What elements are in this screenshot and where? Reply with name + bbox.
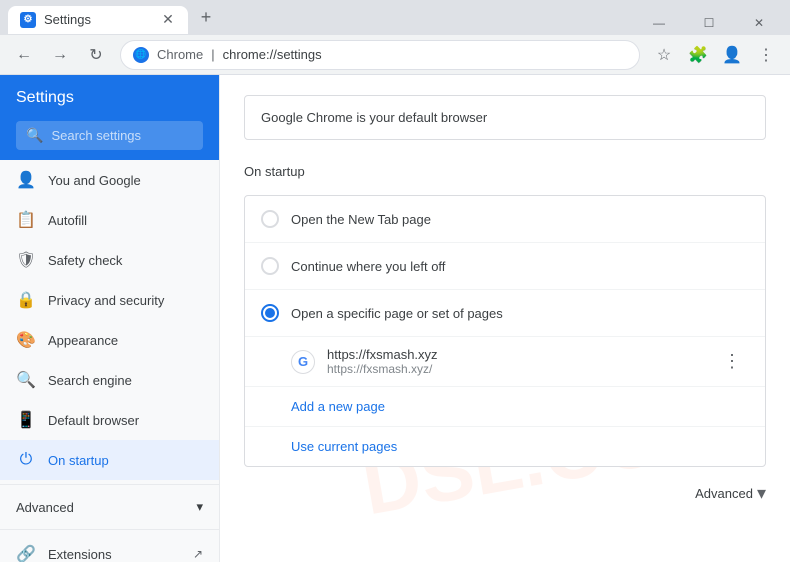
sidebar-item-autofill[interactable]: 📋 Autofill bbox=[0, 200, 219, 240]
sidebar-divider bbox=[0, 484, 219, 485]
sidebar: Settings 🔍 👤 You and Google 📋 Autofill 🛡… bbox=[0, 75, 220, 562]
new-tab-button[interactable]: + bbox=[192, 4, 220, 32]
radio-circle-new-tab bbox=[261, 210, 279, 228]
content-advanced-label: Advanced bbox=[695, 486, 753, 501]
add-page-label: Add a new page bbox=[291, 399, 385, 414]
titlebar: ⚙ Settings ✕ + — ☐ ✕ bbox=[0, 0, 790, 35]
use-current-label: Use current pages bbox=[291, 439, 397, 454]
add-new-page-button[interactable]: Add a new page bbox=[245, 387, 765, 427]
address-text: chrome://settings bbox=[223, 47, 322, 62]
back-button[interactable]: ← bbox=[8, 39, 40, 71]
startup-icon: ⏻ bbox=[16, 450, 36, 470]
startup-options-panel: Open the New Tab page Continue where you… bbox=[244, 195, 766, 467]
page-options-button[interactable]: ⋮ bbox=[715, 347, 749, 376]
sidebar-item-label: Search engine bbox=[48, 373, 132, 388]
main-layout: Settings 🔍 👤 You and Google 📋 Autofill 🛡… bbox=[0, 75, 790, 562]
sidebar-item-search-engine[interactable]: 🔍 Search engine bbox=[0, 360, 219, 400]
search-engine-icon: 🔍 bbox=[16, 370, 36, 390]
tab-title: Settings bbox=[44, 12, 91, 27]
extensions-label: Extensions bbox=[48, 547, 112, 562]
navbar: ← → ↻ 🌐 Chrome | chrome://settings ☆ 🧩 👤… bbox=[0, 35, 790, 75]
maximize-button[interactable]: ☐ bbox=[686, 8, 732, 38]
appearance-icon: 🎨 bbox=[16, 330, 36, 350]
radio-label-continue: Continue where you left off bbox=[291, 259, 445, 274]
google-g-icon: G bbox=[291, 350, 315, 374]
external-link-icon: ↗ bbox=[193, 547, 203, 561]
sidebar-item-label: You and Google bbox=[48, 173, 141, 188]
sidebar-item-safety-check[interactable]: 🛡 Safety check bbox=[0, 240, 219, 280]
sidebar-search-container: 🔍 bbox=[0, 121, 219, 160]
sidebar-item-on-startup[interactable]: ⏻ On startup bbox=[0, 440, 219, 480]
radio-option-new-tab[interactable]: Open the New Tab page bbox=[245, 196, 765, 243]
sidebar-item-appearance[interactable]: 🎨 Appearance bbox=[0, 320, 219, 360]
default-browser-box: Google Chrome is your default browser bbox=[244, 95, 766, 140]
sidebar-item-label: Safety check bbox=[48, 253, 122, 268]
search-bar[interactable]: 🔍 bbox=[16, 121, 203, 150]
window-controls: — ☐ ✕ bbox=[636, 8, 782, 38]
sidebar-item-label: On startup bbox=[48, 453, 109, 468]
lock-icon: 🔒 bbox=[16, 290, 36, 310]
nav-icons: ☆ 🧩 👤 ⋮ bbox=[648, 39, 782, 71]
sidebar-item-extensions[interactable]: 🔗 Extensions ↗ bbox=[0, 534, 219, 562]
radio-circle-specific bbox=[261, 304, 279, 322]
extensions-button[interactable]: 🧩 bbox=[682, 39, 714, 71]
extensions-icon: 🔗 bbox=[16, 544, 36, 562]
sidebar-item-label: Default browser bbox=[48, 413, 139, 428]
address-prefix: Chrome bbox=[157, 47, 203, 62]
address-separator: | bbox=[211, 47, 214, 62]
autofill-icon: 📋 bbox=[16, 210, 36, 230]
sidebar-header: Settings bbox=[0, 75, 219, 121]
menu-button[interactable]: ⋮ bbox=[750, 39, 782, 71]
radio-label-specific: Open a specific page or set of pages bbox=[291, 306, 503, 321]
sidebar-title: Settings bbox=[16, 89, 74, 106]
account-button[interactable]: 👤 bbox=[716, 39, 748, 71]
radio-option-specific[interactable]: Open a specific page or set of pages bbox=[245, 290, 765, 337]
settings-tab[interactable]: ⚙ Settings ✕ bbox=[8, 6, 188, 34]
sidebar-item-privacy[interactable]: 🔒 Privacy and security bbox=[0, 280, 219, 320]
search-icon: 🔍 bbox=[26, 127, 43, 144]
startup-page-item[interactable]: G https://fxsmash.xyz https://fxsmash.xy… bbox=[245, 337, 765, 387]
advanced-label: Advanced bbox=[16, 500, 74, 515]
content-area: DSL.COM Google Chrome is your default br… bbox=[220, 75, 790, 562]
sidebar-advanced-section[interactable]: Advanced ▾ bbox=[0, 489, 219, 525]
content-advanced-section[interactable]: Advanced ▾ bbox=[244, 467, 766, 512]
sidebar-item-default-browser[interactable]: 📱 Default browser bbox=[0, 400, 219, 440]
bookmark-button[interactable]: ☆ bbox=[648, 39, 680, 71]
minimize-button[interactable]: — bbox=[636, 8, 682, 38]
default-browser-text: Google Chrome is your default browser bbox=[261, 110, 487, 125]
chevron-down-icon: ▾ bbox=[757, 483, 766, 504]
globe-icon: 🌐 bbox=[133, 47, 149, 63]
page-url-sub: https://fxsmash.xyz/ bbox=[327, 362, 703, 376]
refresh-button[interactable]: ↻ bbox=[80, 39, 112, 71]
radio-circle-continue bbox=[261, 257, 279, 275]
default-browser-icon: 📱 bbox=[16, 410, 36, 430]
sidebar-item-label: Autofill bbox=[48, 213, 87, 228]
person-icon: 👤 bbox=[16, 170, 36, 190]
use-current-pages-button[interactable]: Use current pages bbox=[245, 427, 765, 466]
close-window-button[interactable]: ✕ bbox=[736, 8, 782, 38]
shield-icon: 🛡 bbox=[16, 250, 36, 270]
chevron-down-icon: ▾ bbox=[196, 499, 203, 515]
tab-close-button[interactable]: ✕ bbox=[160, 12, 176, 28]
tab-favicon: ⚙ bbox=[20, 12, 36, 28]
sidebar-item-label: Privacy and security bbox=[48, 293, 164, 308]
page-info: https://fxsmash.xyz https://fxsmash.xyz/ bbox=[327, 347, 703, 376]
forward-button[interactable]: → bbox=[44, 39, 76, 71]
radio-option-continue[interactable]: Continue where you left off bbox=[245, 243, 765, 290]
address-bar[interactable]: 🌐 Chrome | chrome://settings bbox=[120, 40, 640, 70]
sidebar-item-label: Appearance bbox=[48, 333, 118, 348]
search-input[interactable] bbox=[51, 128, 193, 143]
sidebar-divider-2 bbox=[0, 529, 219, 530]
on-startup-title: On startup bbox=[244, 164, 766, 179]
radio-label-new-tab: Open the New Tab page bbox=[291, 212, 431, 227]
sidebar-item-you-and-google[interactable]: 👤 You and Google bbox=[0, 160, 219, 200]
page-url-main: https://fxsmash.xyz bbox=[327, 347, 703, 362]
